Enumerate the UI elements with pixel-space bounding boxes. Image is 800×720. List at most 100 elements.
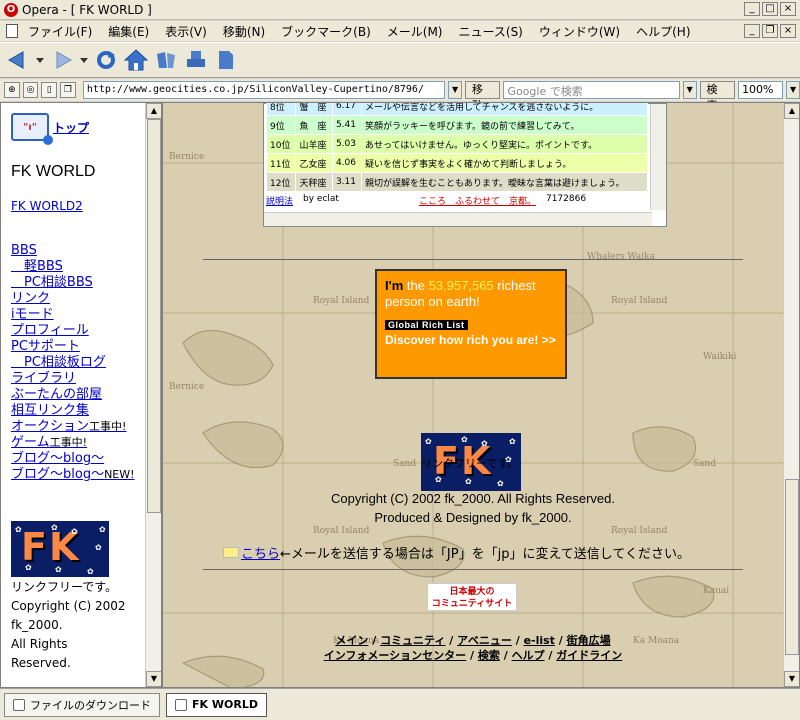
main-scrollbar[interactable]: ▲ ▼ [783, 103, 799, 687]
main-scroll-thumb[interactable] [785, 479, 799, 655]
doc-close-button[interactable]: × [780, 24, 796, 38]
nav-link[interactable]: PC相談BBS [11, 275, 147, 291]
search-input[interactable]: Google で検索 [503, 81, 680, 99]
close-button[interactable]: × [780, 2, 796, 16]
fortune-howto-link[interactable]: 説明法 [266, 194, 293, 207]
fortune-kyoto-link[interactable]: こころ ふるわせて 京都。 [419, 194, 536, 207]
geocities-link[interactable]: メイン [335, 634, 368, 647]
url-input[interactable]: http://www.geocities.co.jp/SiliconValley… [82, 81, 446, 99]
geocities-link[interactable]: ガイドライン [556, 649, 622, 662]
geocities-link[interactable]: コミュニティ [380, 634, 445, 647]
menu-bar: ファイル(F) 編集(E) 表示(V) 移動(N) ブックマーク(B) メール(… [0, 21, 800, 41]
forward-menu-icon[interactable] [80, 48, 88, 72]
forward-icon[interactable] [50, 48, 74, 72]
nav-link[interactable]: オークション工事中! [11, 419, 147, 435]
fortune-hscroll[interactable] [264, 212, 652, 226]
hotlist-icon[interactable] [154, 48, 178, 72]
geocities-badge[interactable]: 日本最大の コミュニティサイト [427, 583, 517, 611]
menu-window[interactable]: ウィンドウ(W) [531, 23, 628, 40]
nav-link[interactable]: ライブラリ [11, 371, 147, 387]
fortune-sign: 天秤座 [295, 172, 333, 192]
copyright-text: Copyright (C) 2002 fk_2000. All Rights R… [331, 491, 615, 506]
menu-bookmarks[interactable]: ブックマーク(B) [273, 23, 379, 40]
geocities-link[interactable]: 街角広場 [567, 634, 611, 647]
fk-logo-badge[interactable]: FK ✿ ✿ ✿ ✿ ✿ ✿ ✿ ✿ [11, 521, 109, 577]
mail-link[interactable]: こちら [241, 543, 280, 562]
link-separator: / [445, 634, 458, 647]
geocities-link[interactable]: e-list [524, 634, 555, 647]
print-icon[interactable] [184, 48, 208, 72]
fk-world2-link[interactable]: FK WORLD2 [11, 199, 147, 213]
go-button[interactable]: 移動 [464, 81, 501, 112]
left-scrollbar[interactable]: ▲ ▼ [145, 103, 161, 687]
menu-file[interactable]: ファイル(F) [20, 23, 100, 40]
mail-icon [223, 547, 239, 558]
menu-news[interactable]: ニュース(S) [450, 23, 530, 40]
nav-link[interactable]: リンク [11, 291, 147, 307]
search-button[interactable]: 検索 [699, 81, 736, 112]
zoom-dropdown-icon[interactable]: ▼ [786, 81, 800, 99]
main-scroll-up-icon[interactable]: ▲ [784, 103, 799, 119]
menu-help[interactable]: ヘルプ(H) [628, 23, 698, 40]
copyright-block: Copyright (C) 2002 fk_2000. All Rights R… [163, 489, 783, 527]
nav-link[interactable]: ブログ～blog～NEW! [11, 467, 147, 483]
left-caption-line: Reserved. [11, 656, 71, 670]
search-dropdown-icon[interactable]: ▼ [682, 81, 697, 99]
nav-link[interactable]: ゲーム工事中! [11, 435, 147, 451]
minimize-button[interactable]: _ [744, 2, 760, 16]
fortune-vscroll[interactable] [650, 104, 666, 210]
nav-link[interactable]: 相互リンク集 [11, 403, 147, 419]
page-icon[interactable] [214, 48, 238, 72]
nav-link[interactable]: BBS [11, 243, 147, 259]
document-info-icon[interactable]: ▯ [41, 82, 58, 98]
home-icon[interactable] [124, 48, 148, 72]
nav-link[interactable]: PC相談板ログ [11, 355, 147, 371]
nav-link[interactable]: プロフィール [11, 323, 147, 339]
nav-link[interactable]: PCサポート [11, 339, 147, 355]
fortune-score: 4.06 [331, 153, 362, 173]
maximize-button[interactable]: □ [762, 2, 778, 16]
back-icon[interactable] [6, 48, 30, 72]
main-scroll-down-icon[interactable]: ▼ [784, 671, 799, 687]
doc-minimize-button[interactable]: _ [744, 24, 760, 38]
global-rich-list-banner[interactable]: I'm the 53,957,565 richest person on ear… [375, 269, 567, 379]
star-icon: ✿ [51, 523, 58, 532]
top-link[interactable]: トップ [53, 119, 89, 136]
menu-mail[interactable]: メール(M) [379, 23, 451, 40]
copy-icon[interactable]: ❐ [60, 82, 76, 98]
fk-world-tab[interactable]: FK WORLD [166, 692, 267, 717]
camera-icon[interactable]: ◎ [22, 82, 39, 98]
download-tab[interactable]: ファイルのダウンロード [4, 692, 160, 717]
scroll-thumb[interactable] [147, 119, 161, 513]
menu-view[interactable]: 表示(V) [157, 23, 215, 40]
doc-restore-button[interactable]: ❐ [762, 24, 778, 38]
title-bar: O Opera - [ FK WORLD ] _ □ × [0, 0, 800, 20]
menu-navigate[interactable]: 移動(N) [215, 23, 273, 40]
back-menu-icon[interactable] [36, 48, 44, 72]
link-separator: / [554, 634, 567, 647]
url-dropdown-icon[interactable]: ▼ [448, 81, 462, 99]
menu-edit[interactable]: 編集(E) [100, 23, 157, 40]
left-nav-frame: "ı" トップ FK WORLD FK WORLD2 BBS 軽BBS PC相談… [0, 102, 162, 688]
fortune-counter: 7172866 [545, 194, 587, 204]
nav-link[interactable]: iモード [11, 307, 147, 323]
computer-icon[interactable]: "ı" [11, 113, 53, 145]
nav-link[interactable]: ぶーたんの部屋 [11, 387, 147, 403]
zoom-select[interactable]: 100% [738, 81, 784, 99]
nav-link-label: ゲーム [11, 435, 50, 450]
rich-discover-link[interactable]: Discover how rich you are! >> [385, 333, 557, 348]
geocities-link[interactable]: インフォメーションセンター [324, 649, 466, 662]
reload-icon[interactable] [94, 48, 118, 72]
scroll-up-icon[interactable]: ▲ [146, 103, 161, 119]
geocities-link[interactable]: 検索 [478, 649, 500, 662]
security-icon[interactable]: ⊕ [4, 82, 20, 98]
nav-link[interactable]: 軽BBS [11, 259, 147, 275]
rich-number: 53,957,565 [428, 278, 494, 293]
fortune-sign: 蟹 座 [295, 103, 333, 116]
nav-link[interactable]: ブログ～blog～ [11, 451, 147, 467]
geocities-link[interactable]: ヘルプ [512, 649, 545, 662]
svg-text:Royal Island: Royal Island [313, 296, 370, 306]
svg-text:Bernice: Bernice [169, 382, 204, 392]
geocities-link[interactable]: アベニュー [457, 634, 512, 647]
scroll-down-icon[interactable]: ▼ [146, 671, 161, 687]
